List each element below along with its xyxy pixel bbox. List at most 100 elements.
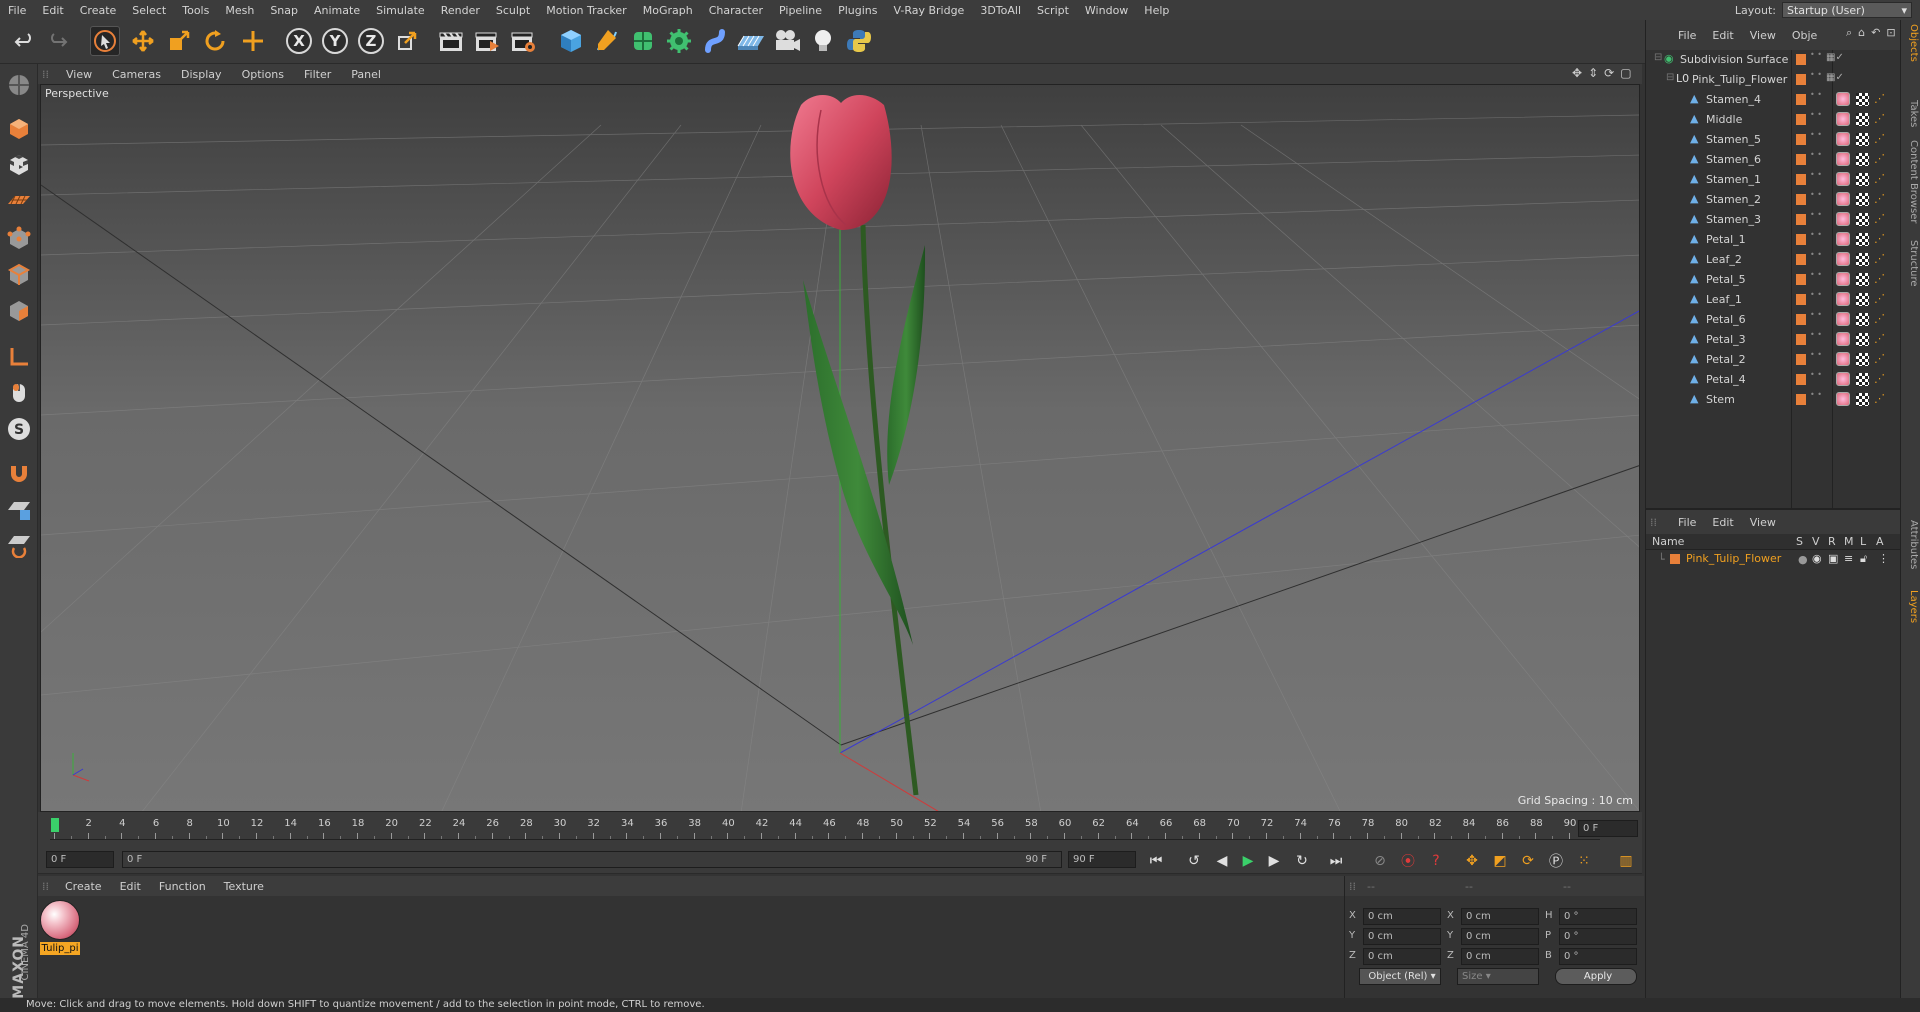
pan-icon[interactable]: ✥ [1572, 66, 1582, 80]
apply-button[interactable]: Apply [1555, 968, 1637, 985]
object-name[interactable]: Petal_2 [1706, 353, 1746, 366]
menu-mesh[interactable]: Mesh [217, 4, 262, 17]
selection-tag-icon[interactable]: ⋰ [1874, 132, 1885, 145]
menu-simulate[interactable]: Simulate [368, 4, 433, 17]
perspective-viewport[interactable]: Perspective Grid Spacing : 10 cm [40, 84, 1640, 812]
rotate-tool-button[interactable] [200, 26, 230, 56]
material-tag-icon[interactable] [1836, 272, 1850, 286]
material-tag-icon[interactable] [1836, 372, 1850, 386]
python-button[interactable] [844, 26, 874, 56]
layer-color-tag[interactable] [1796, 154, 1806, 165]
visibility-dots-icon[interactable]: • • [1810, 211, 1822, 219]
selection-tag-icon[interactable]: ⋰ [1874, 192, 1885, 205]
viewport-menu-panel[interactable]: Panel [341, 68, 391, 81]
layer-menu-view[interactable]: View [1742, 516, 1784, 529]
lock-icon[interactable]: 🔓︎ [1860, 552, 1867, 566]
coord-value-field[interactable]: 0 cm [1363, 928, 1441, 945]
material-tag-icon[interactable] [1836, 232, 1850, 246]
model-mode-button[interactable] [4, 114, 34, 144]
material-tag-icon[interactable] [1836, 152, 1850, 166]
object-name[interactable]: Stamen_6 [1706, 153, 1761, 166]
tree-expander-icon[interactable]: ⊟ [1654, 52, 1662, 63]
menu-file[interactable]: File [0, 4, 34, 17]
object-row-stem[interactable]: ▲ Stem • • ⋰ [1646, 390, 1901, 410]
viewport-menu-filter[interactable]: Filter [294, 68, 341, 81]
material-tag-icon[interactable] [1836, 352, 1850, 366]
material-menu-create[interactable]: Create [56, 880, 111, 893]
enable-check-icon[interactable]: ▦✓ [1826, 52, 1844, 63]
key-pla-button[interactable]: ⁙ [1572, 850, 1596, 872]
selection-tag-icon[interactable]: ⋰ [1874, 272, 1885, 285]
visibility-dots-icon[interactable]: • • [1810, 251, 1822, 259]
material-tag-icon[interactable] [1836, 132, 1850, 146]
visibility-dots-icon[interactable]: • • [1810, 311, 1822, 319]
x-axis-button[interactable]: X [284, 26, 314, 56]
axis-mode-button[interactable] [4, 342, 34, 372]
layer-color-tag[interactable] [1796, 314, 1806, 325]
enable-check-icon[interactable]: ▦✓ [1826, 72, 1844, 83]
search-icon[interactable]: ⌕ [1846, 26, 1852, 40]
selection-tag-icon[interactable]: ⋰ [1874, 252, 1885, 265]
motion-record-button[interactable]: ⊘ [1368, 850, 1392, 872]
visibility-dots-icon[interactable]: • • [1810, 151, 1822, 159]
coordinate-system-button[interactable] [392, 26, 422, 56]
uvw-tag-icon[interactable] [1856, 213, 1869, 226]
object-row-subdivision-surface[interactable]: ⊟ ◉ Subdivision Surface • • ▦✓ [1646, 50, 1901, 70]
material-menu-function[interactable]: Function [150, 880, 215, 893]
selection-tag-icon[interactable]: ⋰ [1874, 312, 1885, 325]
material-tag-icon[interactable] [1836, 92, 1850, 106]
timeline-ruler[interactable]: 0246810121416182022242628303234363840424… [38, 812, 1642, 846]
light-button[interactable] [808, 26, 838, 56]
layer-color-tag[interactable] [1796, 294, 1806, 305]
layer-color-tag[interactable] [1796, 194, 1806, 205]
menu-help[interactable]: Help [1136, 4, 1177, 17]
layer-menu-file[interactable]: File [1670, 516, 1704, 529]
layer-row[interactable]: └ Pink_Tulip_Flower ● ◉ ▣ ≡ 🔓︎ ⋮ [1646, 550, 1900, 568]
floor-scene-button[interactable] [736, 26, 766, 56]
visibility-dots-icon[interactable]: • • [1810, 371, 1822, 379]
object-name[interactable]: Stamen_1 [1706, 173, 1761, 186]
object-row-stamen-5[interactable]: ▲ Stamen_5 • • ⋰ [1646, 130, 1901, 150]
redo-button[interactable] [42, 26, 72, 56]
go-to-start-button[interactable]: ⏮ [1144, 850, 1168, 872]
material-tag-icon[interactable] [1836, 252, 1850, 266]
visibility-dots-icon[interactable]: • • [1810, 331, 1822, 339]
new-window-icon[interactable]: ⊡ [1886, 26, 1895, 40]
object-row-leaf-2[interactable]: ▲ Leaf_2 • • ⋰ [1646, 250, 1901, 270]
object-name[interactable]: Stamen_4 [1706, 93, 1761, 106]
selection-tag-icon[interactable]: ⋰ [1874, 332, 1885, 345]
size-mode-select[interactable]: Size ▾ [1457, 968, 1539, 985]
object-row-stamen-2[interactable]: ▲ Stamen_2 • • ⋰ [1646, 190, 1901, 210]
z-axis-button[interactable]: Z [356, 26, 386, 56]
selection-tag-icon[interactable]: ⋰ [1874, 292, 1885, 305]
tweak-mode-button[interactable] [4, 378, 34, 408]
menu-script[interactable]: Script [1029, 4, 1077, 17]
object-name[interactable]: Leaf_1 [1706, 293, 1742, 306]
object-row-petal-6[interactable]: ▲ Petal_6 • • ⋰ [1646, 310, 1901, 330]
uvw-tag-icon[interactable] [1856, 373, 1869, 386]
previous-key-button[interactable]: ↺ [1182, 850, 1206, 872]
layer-color-tag[interactable] [1796, 374, 1806, 385]
selection-tag-icon[interactable]: ⋰ [1874, 372, 1885, 385]
viewport-menu-options[interactable]: Options [232, 68, 294, 81]
object-name[interactable]: Stamen_5 [1706, 133, 1761, 146]
animation-icon[interactable]: ⋮ [1878, 552, 1889, 565]
coord-value-field[interactable]: 0 ° [1559, 908, 1637, 925]
selection-tag-icon[interactable]: ⋰ [1874, 172, 1885, 185]
side-tab-layers[interactable]: Layers [1903, 590, 1919, 623]
coord-value-field[interactable]: 0 cm [1461, 908, 1539, 925]
layer-color-tag[interactable] [1796, 94, 1806, 105]
menu-v-ray-bridge[interactable]: V-Ray Bridge [885, 4, 972, 17]
visibility-dots-icon[interactable]: • • [1810, 131, 1822, 139]
key-position-button[interactable]: ✥ [1460, 850, 1484, 872]
object-menu-obje[interactable]: Obje [1784, 29, 1825, 42]
object-name[interactable]: Petal_5 [1706, 273, 1746, 286]
layer-color-tag[interactable] [1796, 354, 1806, 365]
object-row-stamen-6[interactable]: ▲ Stamen_6 • • ⋰ [1646, 150, 1901, 170]
undo-button[interactable] [10, 26, 40, 56]
visibility-dots-icon[interactable]: • • [1810, 271, 1822, 279]
side-tab-objects[interactable]: Objects [1903, 24, 1919, 62]
material-swatch[interactable]: Tulip_pi [40, 900, 80, 956]
selection-tag-icon[interactable]: ⋰ [1874, 232, 1885, 245]
menu-tools[interactable]: Tools [174, 4, 217, 17]
